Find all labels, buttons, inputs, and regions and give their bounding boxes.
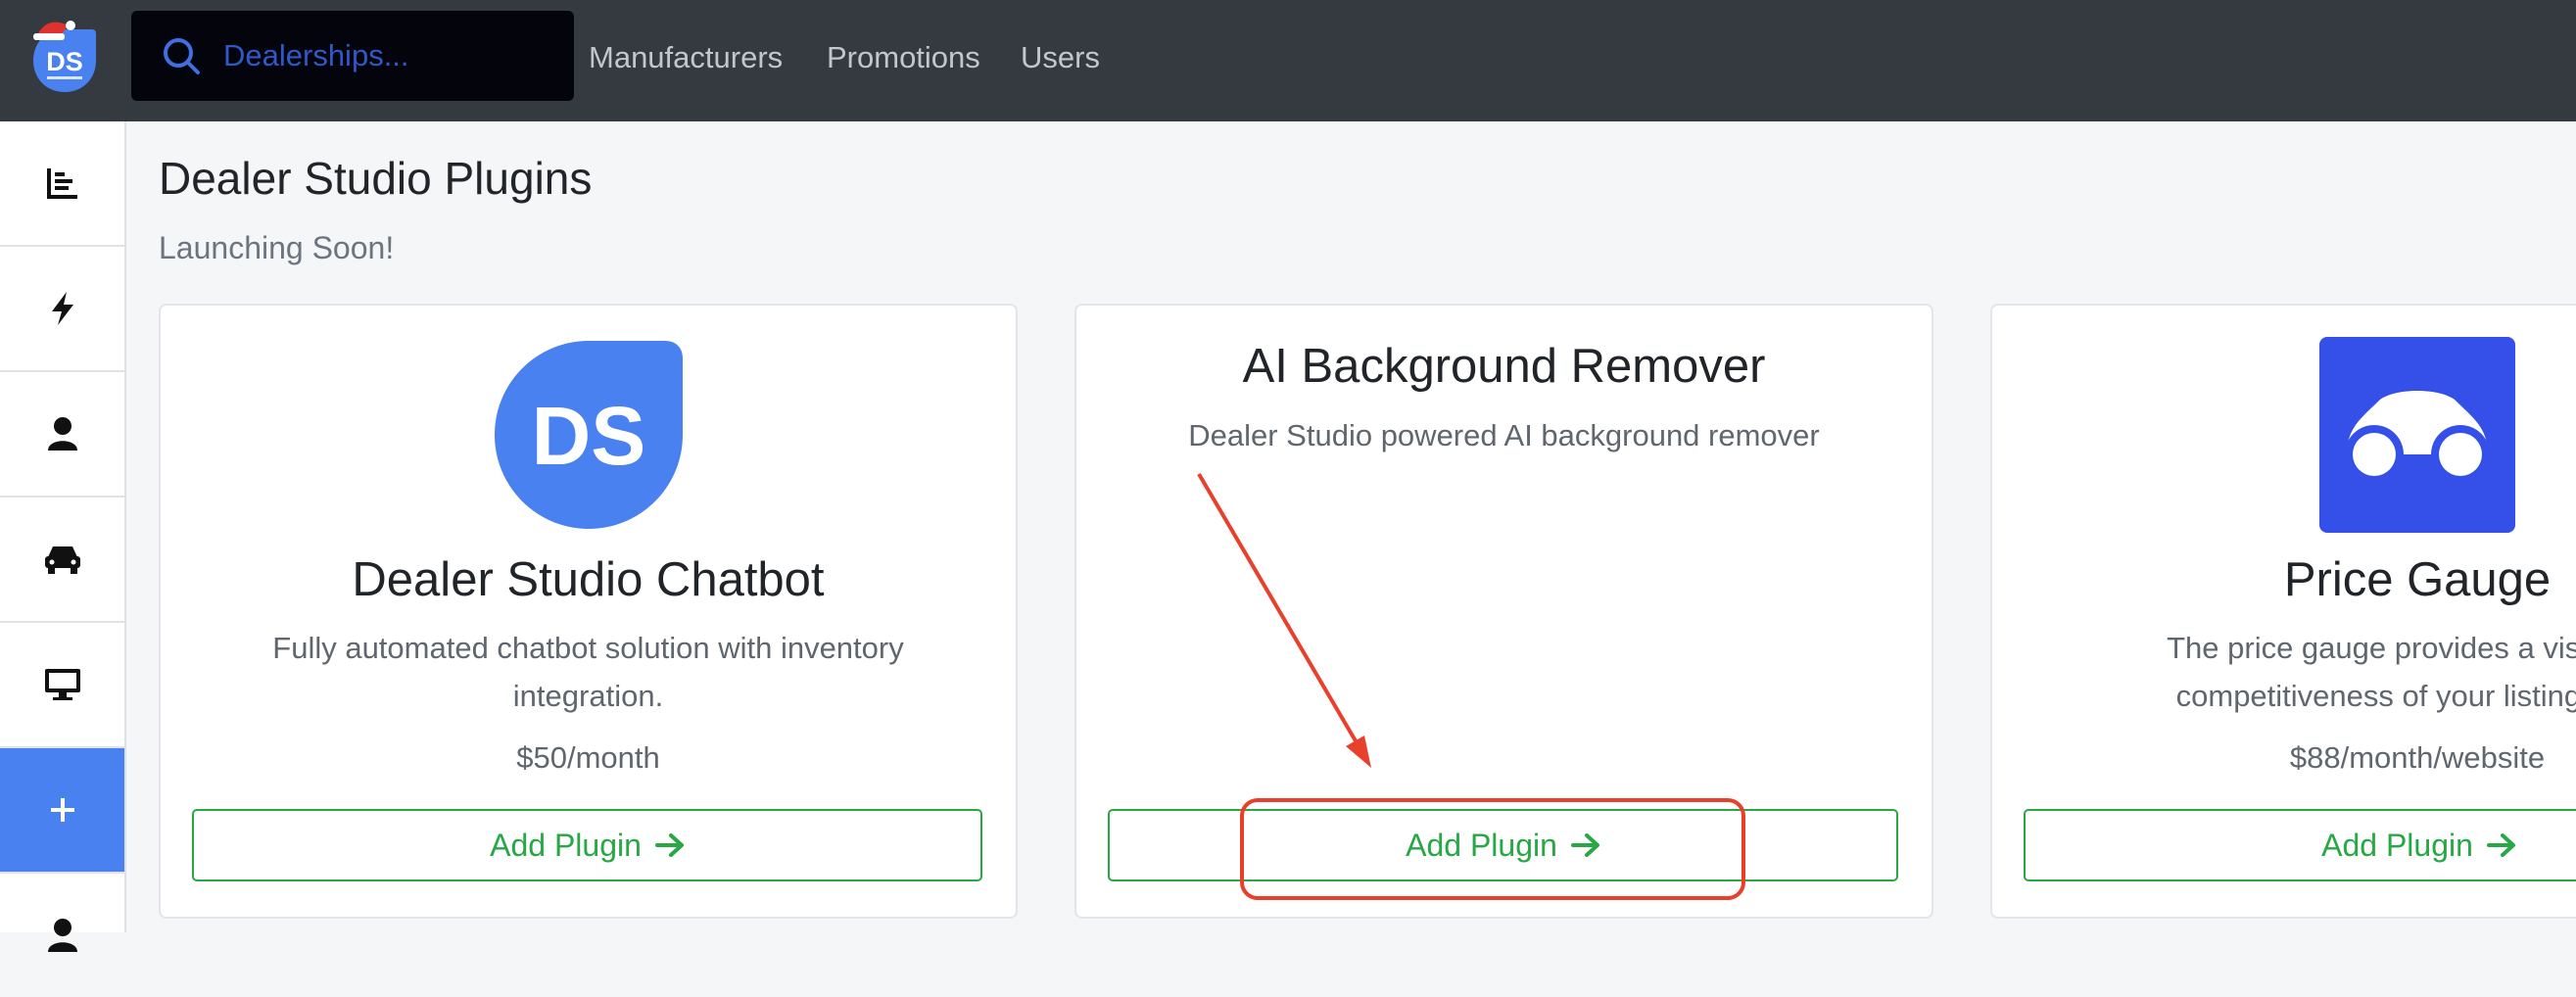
search-input[interactable]: Dealerships... — [223, 11, 409, 101]
user-icon — [47, 417, 77, 451]
sidebar-item-profile[interactable] — [0, 372, 124, 498]
page-subtitle: Launching Soon! — [159, 230, 395, 265]
sidebar-item-analytics[interactable] — [0, 121, 124, 247]
svg-text:DS: DS — [532, 390, 646, 482]
plugin-description: Fully automated chatbot solution with in… — [272, 631, 904, 665]
top-navbar: DS Dealerships... Manufacturers Promotio… — [0, 0, 2576, 121]
monitor-icon — [44, 669, 80, 700]
sidebar — [0, 121, 126, 952]
plugin-description: integration. — [512, 679, 664, 713]
user-icon — [47, 919, 77, 952]
dealership-search[interactable]: Dealerships... — [131, 11, 574, 101]
sidebar-item-account[interactable] — [0, 874, 124, 997]
nav-manufacturers[interactable]: Manufacturers — [589, 0, 783, 116]
svg-text:DS: DS — [46, 47, 83, 76]
bar-chart-icon — [46, 168, 77, 199]
plugin-title: Price Gauge — [2283, 553, 2552, 606]
add-plugin-button[interactable]: Add Plugin — [2024, 809, 2576, 881]
price-gauge-logo — [2319, 337, 2515, 533]
plugin-price: $50/month — [516, 740, 660, 775]
plugin-card-ai-background-remover: AI Background Remover Dealer Studio powe… — [1074, 304, 1933, 919]
nav-promotions[interactable]: Promotions — [827, 0, 980, 116]
search-icon — [164, 38, 200, 74]
sidebar-item-websites[interactable] — [0, 623, 124, 748]
plugin-title: AI Background Remover — [1242, 340, 1766, 393]
plugin-title: Dealer Studio Chatbot — [352, 553, 825, 606]
arrow-right-icon — [654, 833, 684, 857]
add-plugin-label: Add Plugin — [1406, 827, 1557, 863]
nav-users[interactable]: Users — [1021, 0, 1100, 116]
plugin-card-price-gauge: Price Gauge The price gauge provides a v… — [1990, 304, 2576, 919]
arrow-right-icon — [1570, 833, 1599, 857]
plugin-description: competitiveness of your listings. Em — [2175, 679, 2576, 713]
plus-icon — [50, 798, 74, 822]
add-plugin-button[interactable]: Add Plugin — [192, 809, 982, 881]
car-icon — [44, 546, 80, 574]
page-title: Dealer Studio Plugins — [159, 153, 593, 204]
sidebar-item-promotions[interactable] — [0, 247, 124, 372]
lightning-icon — [51, 292, 73, 325]
arrow-right-icon — [2486, 833, 2515, 857]
add-plugin-label: Add Plugin — [490, 827, 642, 863]
add-plugin-label: Add Plugin — [2321, 827, 2473, 863]
plugin-description: Dealer Studio powered AI background remo… — [1188, 418, 1820, 452]
sidebar-item-inventory[interactable] — [0, 498, 124, 623]
plugin-card-chatbot: DS Dealer Studio Chatbot Fully automated… — [159, 304, 1018, 919]
dealer-studio-logo[interactable]: DS — [29, 20, 100, 96]
plugin-price: $88/month/website — [2289, 740, 2546, 775]
sidebar-item-plugins[interactable] — [0, 748, 124, 874]
add-plugin-button[interactable]: Add Plugin — [1108, 809, 1898, 881]
dealer-studio-logo: DS — [495, 341, 683, 529]
plugin-description: The price gauge provides a visual inc — [2167, 631, 2576, 665]
